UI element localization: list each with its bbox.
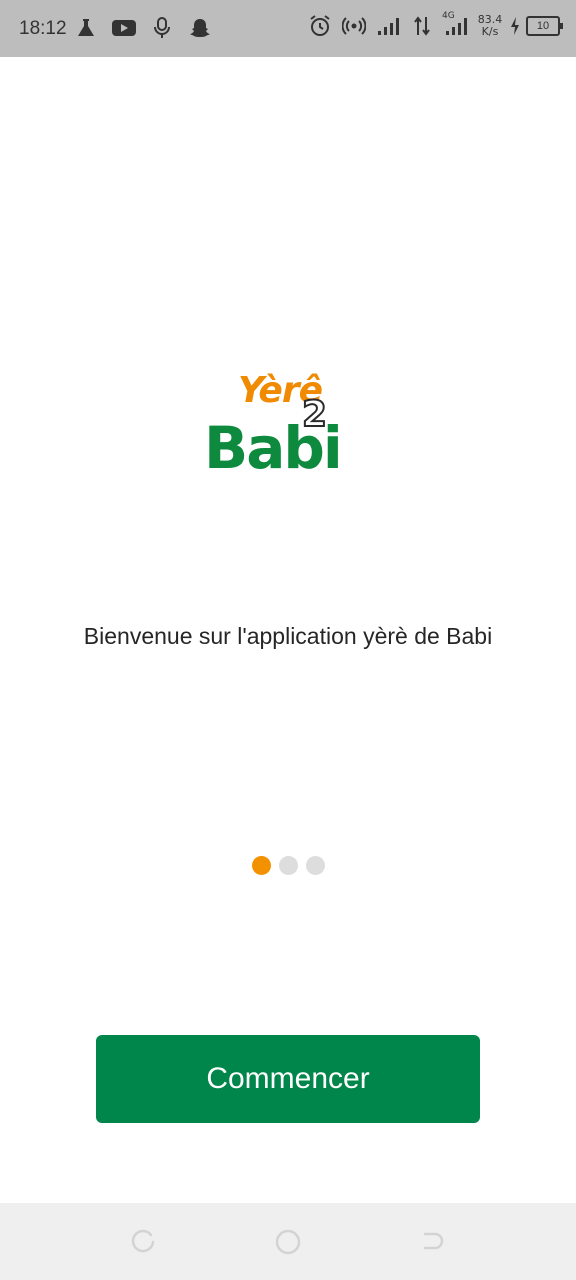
- flask-icon: [72, 14, 100, 42]
- start-button[interactable]: Commencer: [96, 1035, 480, 1123]
- hotspot-icon: [340, 12, 368, 40]
- status-time: 18:12: [19, 18, 67, 39]
- page-indicator: [0, 856, 576, 875]
- status-bar: 18:12 4G 83.4 K/s 10: [0, 0, 576, 57]
- logo-babi-text: Babi: [204, 414, 343, 482]
- youtube-icon: [110, 14, 138, 42]
- page-dot[interactable]: [278, 856, 298, 875]
- signal-icon: [374, 12, 402, 40]
- page-dot[interactable]: [305, 856, 325, 875]
- microphone-icon: [148, 14, 176, 42]
- home-icon[interactable]: [273, 1227, 303, 1257]
- back-icon[interactable]: [417, 1227, 447, 1257]
- app-logo: Yèrê 2 Babi: [200, 370, 360, 485]
- system-status-icons: 4G 83.4 K/s 10: [306, 11, 563, 40]
- battery-icon: 10: [526, 16, 563, 36]
- net-speed: 83.4 K/s: [477, 13, 503, 38]
- data-transfer-icon: [408, 12, 436, 40]
- notification-icons: [72, 14, 214, 42]
- recents-icon[interactable]: [129, 1227, 159, 1257]
- welcome-message: Bienvenue sur l'application yèrè de Babi: [83, 623, 493, 649]
- snapchat-icon: [186, 14, 214, 42]
- alarm-icon: [306, 12, 334, 40]
- charging-icon: [510, 17, 520, 35]
- signal-4g-icon: 4G: [442, 11, 470, 40]
- page-dot-active[interactable]: [251, 856, 271, 875]
- system-nav-bar: [0, 1203, 576, 1280]
